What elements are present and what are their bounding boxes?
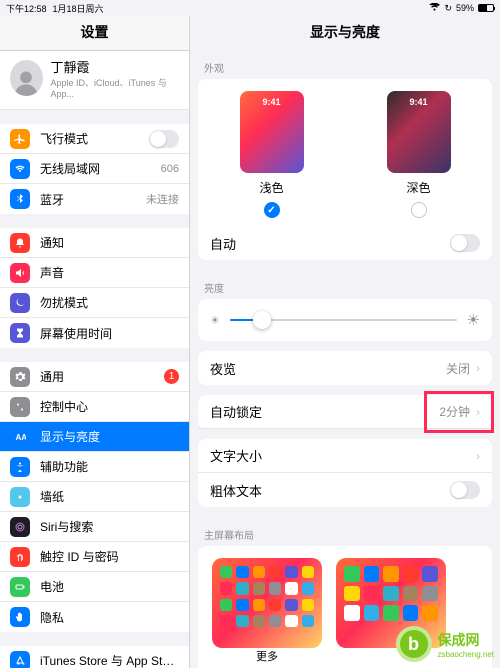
bluetooth-value: 未连接 <box>146 191 179 207</box>
layout-more-thumb <box>212 558 322 648</box>
row-airplane[interactable]: 飞行模式 <box>0 124 189 154</box>
profile-sub: Apple ID、iCloud、iTunes 与 App... <box>51 76 179 99</box>
appearance-light[interactable]: 9:41 浅色 <box>240 91 304 218</box>
appstore-icon <box>10 651 30 668</box>
battery-pct: 59% <box>456 3 474 13</box>
row-sounds[interactable]: 声音 <box>0 258 189 288</box>
airplane-icon <box>10 129 30 149</box>
battery-icon-box <box>10 577 30 597</box>
row-wifi[interactable]: 无线局域网 606 <box>0 154 189 184</box>
hourglass-icon <box>10 323 30 343</box>
row-touchid[interactable]: 触控 ID 与密码 <box>0 542 189 572</box>
row-siri[interactable]: Siri与搜索 <box>0 512 189 542</box>
status-bar: 下午12:58 1月18日周六 ↻ 59% <box>0 0 500 16</box>
siri-icon <box>10 517 30 537</box>
dark-thumb: 9:41 <box>387 91 451 173</box>
bluetooth-icon <box>10 189 30 209</box>
rotation-lock-icon: ↻ <box>444 3 452 14</box>
text-card: 文字大小 › 粗体文本 <box>198 439 492 507</box>
text-size-icon: AA <box>10 427 30 447</box>
wifi-label: 无线局域网 <box>40 160 161 177</box>
chevron-right-icon: › <box>476 449 480 463</box>
bold-text-row[interactable]: 粗体文本 <box>198 473 492 507</box>
row-general[interactable]: 通用1 <box>0 362 189 392</box>
watermark-text: 保成网 <box>438 632 480 648</box>
wifi-icon <box>429 3 440 14</box>
flower-icon <box>10 487 30 507</box>
row-wallpaper[interactable]: 墙纸 <box>0 482 189 512</box>
detail-pane: 显示与亮度 外观 9:41 浅色 9:41 深色 自动 亮度 <box>190 16 500 668</box>
row-itunes[interactable]: iTunes Store 与 App Store <box>0 646 189 668</box>
brightness-card: ☀︎ ☀︎ <box>198 299 492 341</box>
avatar <box>10 60 43 96</box>
bluetooth-label: 蓝牙 <box>40 191 146 208</box>
watermark-logo: b <box>396 626 432 662</box>
fingerprint-icon <box>10 547 30 567</box>
light-thumb: 9:41 <box>240 91 304 173</box>
night-shift-card: 夜览 关闭 › <box>198 351 492 385</box>
row-battery[interactable]: 电池 <box>0 572 189 602</box>
watermark-url: zsbaocheng.net <box>438 650 495 659</box>
light-radio[interactable] <box>264 202 280 218</box>
sun-small-icon: ☀︎ <box>210 314 220 327</box>
row-screentime[interactable]: 屏幕使用时间 <box>0 318 189 348</box>
row-dnd[interactable]: 勿扰模式 <box>0 288 189 318</box>
auto-appearance-row[interactable]: 自动 <box>198 226 492 260</box>
text-size-row[interactable]: 文字大小 › <box>198 439 492 473</box>
row-privacy[interactable]: 隐私 <box>0 602 189 632</box>
appearance-dark[interactable]: 9:41 深色 <box>387 91 451 218</box>
watermark: b 保成网 zsbaocheng.net <box>396 626 495 662</box>
speaker-icon <box>10 263 30 283</box>
status-time: 下午12:58 <box>6 2 47 15</box>
brightness-header: 亮度 <box>190 270 500 299</box>
gear-icon <box>10 367 30 387</box>
group-connectivity: 飞行模式 无线局域网 606 蓝牙 未连接 <box>0 124 189 214</box>
hand-icon <box>10 607 30 627</box>
sun-large-icon: ☀︎ <box>467 311 480 329</box>
row-bluetooth[interactable]: 蓝牙 未连接 <box>0 184 189 214</box>
layout-more-option[interactable]: 更多 <box>212 558 322 668</box>
accessibility-icon <box>10 457 30 477</box>
night-shift-row[interactable]: 夜览 关闭 › <box>198 351 492 385</box>
row-accessibility[interactable]: 辅助功能 <box>0 452 189 482</box>
bell-icon <box>10 233 30 253</box>
autolock-row[interactable]: 自动锁定 2分钟 › <box>198 395 492 429</box>
status-date: 1月18日周六 <box>53 2 104 15</box>
group-general: 通用1 控制中心 AA显示与亮度 辅助功能 墙纸 Siri与搜索 触控 ID 与… <box>0 362 189 632</box>
wifi-icon-box <box>10 159 30 179</box>
row-control-center[interactable]: 控制中心 <box>0 392 189 422</box>
profile-name: 丁靜霞 <box>51 57 179 76</box>
row-notifications[interactable]: 通知 <box>0 228 189 258</box>
airplane-label: 飞行模式 <box>40 130 149 147</box>
chevron-right-icon: › <box>476 405 480 419</box>
airplane-toggle[interactable] <box>149 130 179 148</box>
brightness-slider[interactable] <box>230 319 457 321</box>
appearance-card: 9:41 浅色 9:41 深色 自动 <box>198 79 492 260</box>
chevron-right-icon: › <box>476 361 480 375</box>
sliders-icon <box>10 397 30 417</box>
dark-radio[interactable] <box>411 202 427 218</box>
detail-title: 显示与亮度 <box>190 16 500 50</box>
settings-sidebar: 设置 丁靜霞 Apple ID、iCloud、iTunes 与 App... 飞… <box>0 16 190 668</box>
bold-text-toggle[interactable] <box>450 481 480 499</box>
moon-icon <box>10 293 30 313</box>
layout-header: 主屏幕布局 <box>190 517 500 546</box>
general-badge: 1 <box>164 369 179 384</box>
svg-text:AA: AA <box>16 433 27 442</box>
row-display[interactable]: AA显示与亮度 <box>0 422 189 452</box>
group-alerts: 通知 声音 勿扰模式 屏幕使用时间 <box>0 228 189 348</box>
sidebar-title: 设置 <box>0 16 189 51</box>
auto-toggle[interactable] <box>450 234 480 252</box>
group-store: iTunes Store 与 App Store 钱包与 Apple Pay <box>0 646 189 668</box>
appearance-header: 外观 <box>190 50 500 79</box>
autolock-card: 自动锁定 2分钟 › <box>198 395 492 429</box>
apple-id-row[interactable]: 丁靜霞 Apple ID、iCloud、iTunes 与 App... <box>0 51 189 110</box>
battery-icon <box>478 4 494 12</box>
wifi-value: 606 <box>161 163 179 175</box>
